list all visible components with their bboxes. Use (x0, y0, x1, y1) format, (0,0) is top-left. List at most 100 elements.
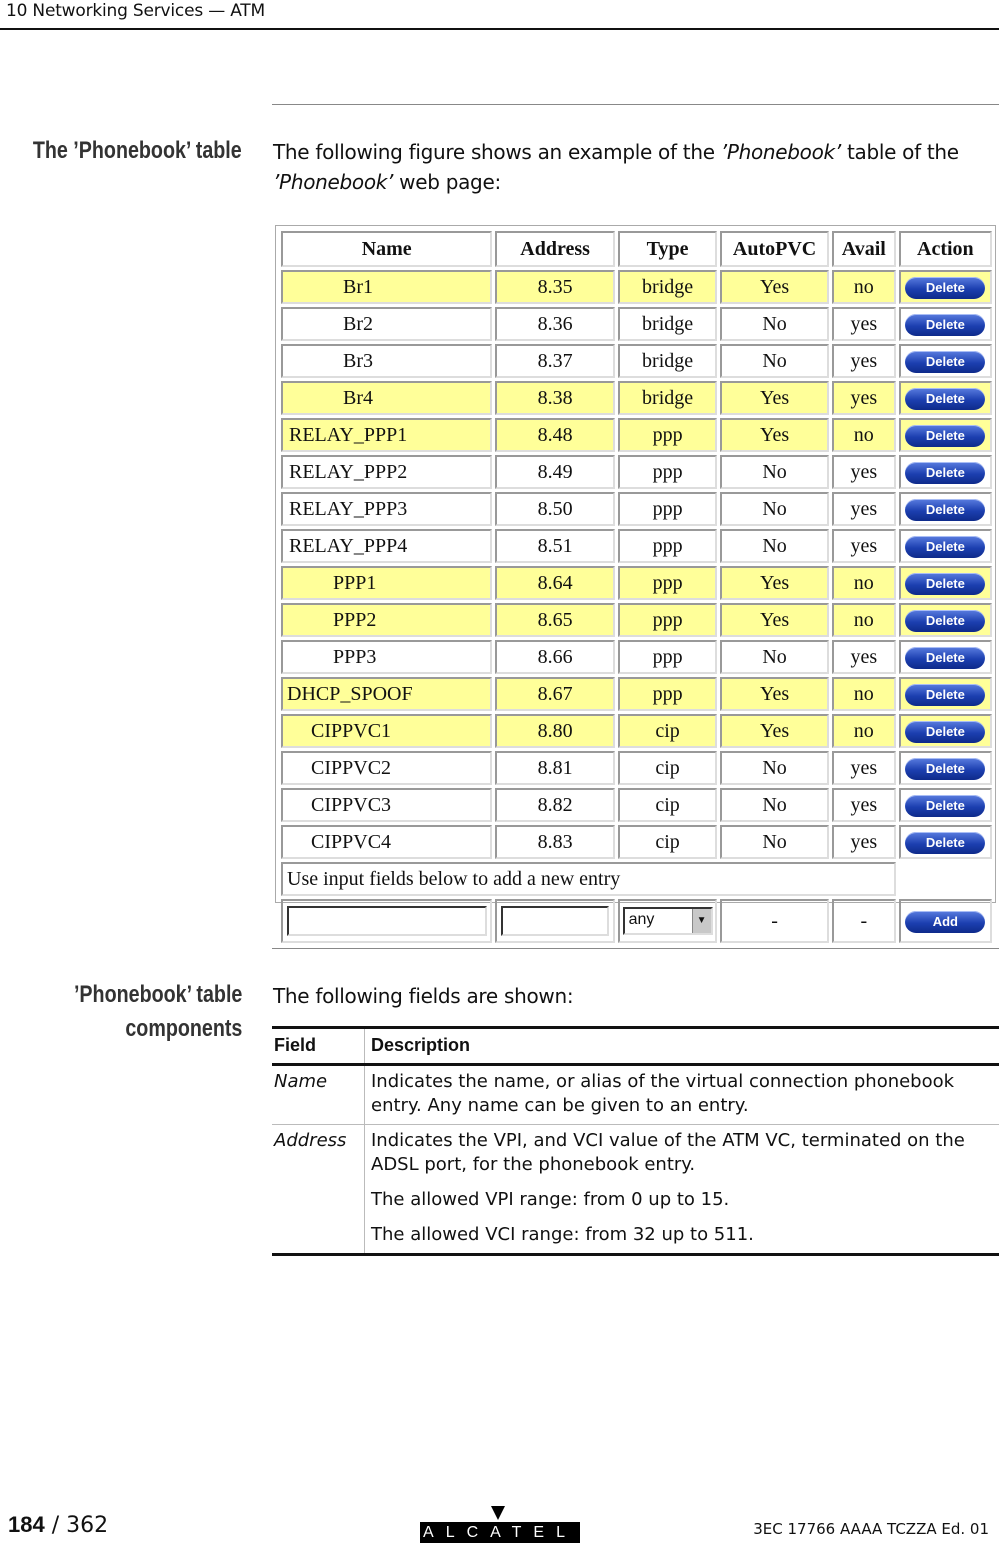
description-header: Description (371, 1035, 471, 1055)
delete-button[interactable]: Delete (905, 795, 986, 817)
entry-autopvc: Yes (720, 714, 829, 748)
delete-button[interactable]: Delete (905, 721, 986, 743)
logo-triangle-icon (491, 1506, 505, 1520)
delete-button[interactable]: Delete (905, 499, 986, 521)
delete-button[interactable]: Delete (905, 758, 986, 780)
col-action: Action (898, 231, 992, 267)
entry-type: cip (617, 788, 718, 822)
delete-button[interactable]: Delete (905, 314, 986, 336)
dropdown-arrow-icon[interactable]: ▼ (691, 909, 711, 933)
entry-address: 8.48 (495, 418, 615, 452)
delete-button[interactable]: Delete (905, 536, 986, 558)
phonebook-row: CIPPVC1 8.80 cip Yes no Delete (281, 714, 992, 748)
new-address-input[interactable] (501, 906, 610, 936)
entry-avail: no (831, 270, 896, 304)
entry-type: ppp (617, 492, 718, 526)
entry-type: bridge (617, 307, 718, 341)
phonebook-row: PPP3 8.66 ppp No yes Delete (281, 640, 992, 674)
entry-autopvc: Yes (720, 566, 829, 600)
entry-address: 8.83 (495, 825, 615, 859)
entry-avail: yes (831, 788, 896, 822)
delete-button[interactable]: Delete (905, 832, 986, 854)
entry-address: 8.65 (495, 603, 615, 637)
new-type-select[interactable]: any ▼ (622, 907, 713, 935)
entry-action: Delete (898, 270, 992, 304)
delete-button[interactable]: Delete (905, 351, 986, 373)
phonebook-row: RELAY_PPP4 8.51 ppp No yes Delete (281, 529, 992, 563)
entry-address: 8.81 (495, 751, 615, 785)
delete-button[interactable]: Delete (905, 573, 986, 595)
col-autopvc: AutoPVC (720, 231, 829, 267)
description-paragraph: The allowed VCI range: from 32 up to 511… (371, 1224, 754, 1245)
entry-autopvc: Yes (720, 677, 829, 711)
new-autopvc-placeholder: - (720, 899, 829, 943)
field-name: Name (272, 1066, 365, 1124)
entry-action: Delete (898, 344, 992, 378)
entry-avail: no (831, 418, 896, 452)
entry-address: 8.49 (495, 455, 615, 489)
entry-address: 8.50 (495, 492, 615, 526)
entry-avail: yes (831, 640, 896, 674)
phonebook-table: Name Address Type AutoPVC Avail Action B… (278, 228, 995, 946)
fields-table-row: Name Indicates the name, or alias of the … (272, 1066, 999, 1125)
col-address: Address (495, 231, 615, 267)
phonebook-screenshot: Name Address Type AutoPVC Avail Action B… (275, 225, 996, 943)
field-description: Indicates the name, or alias of the virt… (365, 1066, 999, 1124)
col-avail: Avail (831, 231, 896, 267)
entry-action: Delete (898, 677, 992, 711)
entry-action: Delete (898, 603, 992, 637)
phonebook-row: RELAY_PPP3 8.50 ppp No yes Delete (281, 492, 992, 526)
entry-autopvc: No (720, 307, 829, 341)
add-note: Use input fields below to add a new entr… (281, 862, 896, 896)
phonebook-row: Br4 8.38 bridge Yes yes Delete (281, 381, 992, 415)
entry-autopvc: Yes (720, 381, 829, 415)
entry-avail: no (831, 566, 896, 600)
entry-action: Delete (898, 307, 992, 341)
entry-address: 8.36 (495, 307, 615, 341)
delete-button[interactable]: Delete (905, 425, 986, 447)
entry-autopvc: No (720, 492, 829, 526)
entry-action: Delete (898, 825, 992, 859)
entry-name: CIPPVC3 (281, 788, 493, 822)
delete-button[interactable]: Delete (905, 610, 986, 632)
delete-button[interactable]: Delete (905, 684, 986, 706)
entry-address: 8.82 (495, 788, 615, 822)
entry-autopvc: No (720, 529, 829, 563)
delete-button[interactable]: Delete (905, 647, 986, 669)
entry-avail: yes (831, 492, 896, 526)
entry-address: 8.64 (495, 566, 615, 600)
entry-action: Delete (898, 714, 992, 748)
entry-type: ppp (617, 603, 718, 637)
phonebook-row: RELAY_PPP2 8.49 ppp No yes Delete (281, 455, 992, 489)
entry-avail: yes (831, 529, 896, 563)
field-name: Address (272, 1125, 365, 1253)
delete-button[interactable]: Delete (905, 277, 986, 299)
delete-button[interactable]: Delete (905, 462, 986, 484)
add-button[interactable]: Add (905, 911, 986, 933)
entry-avail: yes (831, 825, 896, 859)
description-paragraph: Indicates the VPI, and VCI value of the … (371, 1130, 965, 1175)
col-name: Name (281, 231, 493, 267)
running-header: 10 Networking Services — ATM (0, 0, 999, 30)
field-description: Indicates the VPI, and VCI value of the … (365, 1125, 999, 1253)
delete-button[interactable]: Delete (905, 388, 986, 410)
entry-address: 8.38 (495, 381, 615, 415)
page-number: 184 / 362 (8, 1512, 109, 1538)
fields-table-header: Field Description (272, 1029, 999, 1066)
entry-name: Br1 (281, 270, 493, 304)
entry-autopvc: No (720, 455, 829, 489)
fields-table: Field Description Name Indicates the name… (272, 1026, 999, 1256)
entry-address: 8.67 (495, 677, 615, 711)
section-title-phonebook-table: The ’Phonebook’ table (33, 137, 242, 164)
entry-autopvc: Yes (720, 418, 829, 452)
entry-type: ppp (617, 640, 718, 674)
entry-name: RELAY_PPP4 (281, 529, 493, 563)
entry-autopvc: No (720, 788, 829, 822)
fields-table-row: Address Indicates the VPI, and VCI value … (272, 1125, 999, 1253)
section-intro: The following figure shows an example of… (273, 140, 959, 194)
description-paragraph: The allowed VPI range: from 0 up to 15. (371, 1189, 730, 1210)
entry-autopvc: No (720, 751, 829, 785)
entry-address: 8.66 (495, 640, 615, 674)
entry-address: 8.51 (495, 529, 615, 563)
new-name-input[interactable] (286, 906, 487, 936)
